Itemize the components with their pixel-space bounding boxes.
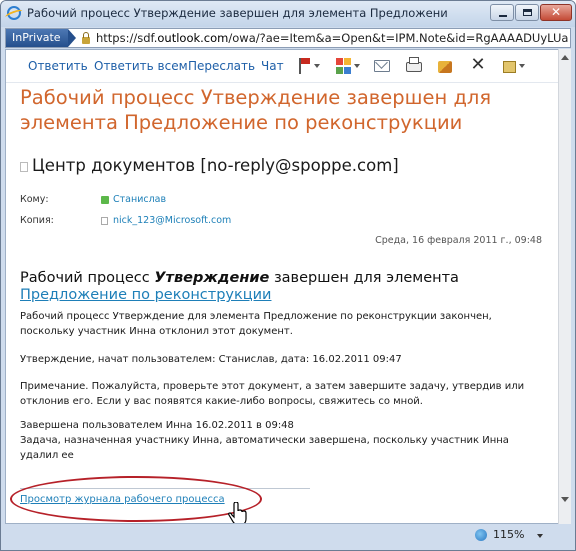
- inprivate-badge: InPrivate: [6, 29, 76, 47]
- category-blue: [344, 66, 351, 74]
- hand-cursor-icon: [228, 502, 247, 523]
- edit-icon[interactable]: [438, 61, 452, 73]
- body-paragraph-4b: Задача, назначенная участнику Инна, авто…: [20, 435, 509, 461]
- heading-mid: завершен для элемента: [269, 270, 459, 286]
- to-recipient[interactable]: Станислав: [113, 194, 166, 205]
- status-bar: 115%: [5, 525, 571, 547]
- contact-icon: [101, 217, 108, 225]
- maximize-button[interactable]: [515, 4, 539, 21]
- cc-label: Копия:: [20, 215, 54, 226]
- presence-icon: [101, 196, 109, 204]
- zoom-level[interactable]: 115%: [493, 528, 524, 541]
- message-subject: Рабочий процесс Утверждение завершен для…: [20, 86, 492, 134]
- address-bar[interactable]: InPrivate https://sdf.outlook.com/owa/?a…: [5, 28, 571, 48]
- heading-workflow-name: Утверждение: [154, 270, 270, 286]
- category-yellow: [344, 58, 351, 65]
- body-paragraph-2: Утверждение, начат пользователем: Станис…: [20, 354, 402, 365]
- to-label: Кому:: [20, 194, 49, 205]
- cc-recipient[interactable]: nick_123@Microsoft.com: [113, 215, 231, 226]
- internet-zone-icon: [475, 529, 487, 541]
- url-prefix: https://sdf.: [96, 31, 158, 45]
- url-domain: outlook.com: [157, 31, 229, 45]
- print-icon[interactable]: [406, 57, 422, 72]
- heading-pre: Рабочий процесс: [20, 270, 155, 286]
- categories-icon[interactable]: [336, 58, 352, 74]
- highlight-circle: [10, 476, 262, 522]
- scroll-up-icon[interactable]: [561, 55, 569, 60]
- internet-explorer-icon: [7, 6, 21, 20]
- window-title: Рабочий процесс Утверждение завершен для…: [27, 6, 447, 20]
- chat-button[interactable]: Чат: [261, 59, 284, 73]
- minimize-button[interactable]: [490, 4, 514, 21]
- title-bar: Рабочий процесс Утверждение завершен для…: [1, 1, 575, 27]
- body-paragraph-4a: Завершена пользователем Инна 16.02.2011 …: [20, 420, 294, 431]
- sender: Центр документов [no-reply@spoppe.com]: [32, 156, 399, 175]
- reply-all-button[interactable]: Ответить всем: [94, 59, 188, 73]
- move-dropdown-icon[interactable]: [519, 64, 525, 68]
- zoom-dropdown-icon[interactable]: [537, 534, 543, 538]
- message-frame: Ответить Ответить всем Переслать Чат ✕ Р…: [5, 49, 558, 524]
- move-to-folder-icon[interactable]: [503, 61, 516, 73]
- browser-window: Рабочий процесс Утверждение завершен для…: [0, 0, 576, 551]
- body-heading: Рабочий процесс Утверждение завершен для…: [20, 270, 540, 304]
- body-paragraph-1: Рабочий процесс Утверждение для элемента…: [20, 311, 492, 337]
- category-green: [336, 66, 343, 74]
- url-text[interactable]: https://sdf.outlook.com/owa/?ae=Item&a=O…: [96, 31, 568, 45]
- sent-date: Среда, 16 февраля 2011 г., 09:48: [375, 235, 542, 246]
- close-window-button[interactable]: [540, 4, 572, 21]
- delete-icon[interactable]: ✕: [470, 56, 486, 74]
- url-rest: /owa/?ae=Item&a=Open&t=IPM.Note&id=RgAAA…: [228, 31, 568, 45]
- item-link[interactable]: Предложение по реконструкции: [20, 287, 271, 303]
- flag-dropdown-icon[interactable]: [314, 64, 320, 68]
- scroll-down-icon[interactable]: [561, 497, 569, 502]
- forward-button[interactable]: Переслать: [188, 59, 255, 73]
- mark-unread-icon[interactable]: [374, 60, 390, 72]
- reply-button[interactable]: Ответить: [28, 59, 88, 73]
- vertical-scrollbar[interactable]: [558, 49, 571, 524]
- categories-dropdown-icon[interactable]: [354, 64, 360, 68]
- lock-icon: [82, 32, 90, 44]
- message-marker-icon: [20, 162, 28, 172]
- message-toolbar: Ответить Ответить всем Переслать Чат ✕: [6, 50, 558, 83]
- category-red: [336, 58, 343, 65]
- body-paragraph-3: Примечание. Пожалуйста, проверьте этот д…: [20, 381, 525, 407]
